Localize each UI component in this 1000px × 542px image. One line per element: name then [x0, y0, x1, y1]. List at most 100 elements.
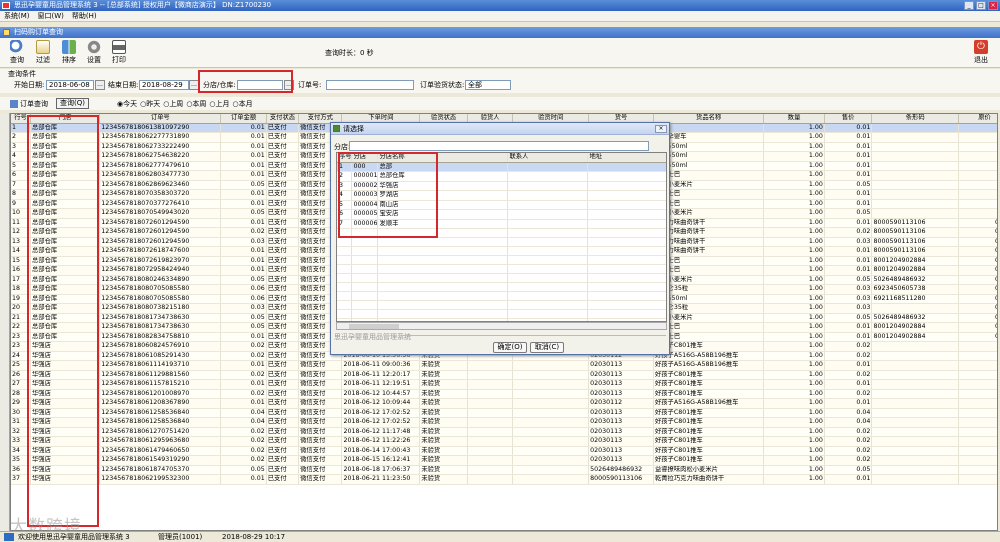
- start-date-picker-button[interactable]: …: [95, 80, 105, 90]
- period-last-week[interactable]: ○上周: [163, 99, 183, 109]
- start-date-input[interactable]: 2018-06-08: [46, 80, 94, 90]
- column-header[interactable]: 订单金额: [220, 114, 267, 124]
- table-cell: 已支付: [266, 294, 300, 304]
- branch-cell: [377, 273, 508, 283]
- table-cell: [871, 123, 959, 133]
- table-cell: [871, 132, 959, 143]
- table-cell: 1234567818072619823970: [99, 256, 222, 266]
- table-cell: 0.06: [220, 294, 267, 304]
- table-cell: 02030113: [588, 389, 654, 399]
- branch-column-header[interactable]: 地址: [587, 153, 666, 163]
- table-row[interactable]: 37 华强店 1234567818062199532300 0.01 已支付 微信支付 20…: [11, 474, 997, 485]
- table-cell: [871, 161, 959, 171]
- order-query-tab[interactable]: 订单查询: [20, 99, 48, 109]
- minimize-button[interactable]: _: [964, 1, 974, 10]
- table-cell: 0.02: [958, 227, 997, 238]
- table-cell: [512, 427, 590, 437]
- period-this-week[interactable]: ○本周: [186, 99, 206, 109]
- column-header[interactable]: 条形码: [871, 114, 959, 124]
- table-cell: 0.05: [958, 313, 997, 323]
- table-cell: 已支付: [266, 180, 300, 190]
- table-cell: 1234567818062199532300: [99, 474, 222, 485]
- table-cell: 已支付: [266, 170, 300, 181]
- menu-window[interactable]: 窗口(W): [38, 11, 64, 22]
- table-cell: 已支付: [266, 351, 300, 361]
- filter-tool-button[interactable]: 过滤: [32, 40, 54, 65]
- toolbar: 查询 过滤 排序 设置 打印: [0, 38, 1000, 68]
- table-row[interactable]: 26 华强店 1234567818061129881560 0.02 已支付 微信支付 20…: [11, 370, 997, 380]
- close-button[interactable]: ×: [988, 1, 998, 10]
- dialog-ok-button[interactable]: 确定(O): [493, 342, 527, 353]
- dialog-close-button[interactable]: ×: [655, 125, 667, 133]
- table-cell: 0.01: [220, 474, 267, 485]
- dialog-divider: [401, 335, 666, 336]
- period-last-month[interactable]: ○上月: [209, 99, 229, 109]
- table-row[interactable]: 28 华强店 1234567818061201008970 0.02 已支付 微信支付 20…: [11, 389, 997, 399]
- table-cell: 02030113: [588, 427, 654, 437]
- table-row[interactable]: 34 华强店 1234567818061479460650 0.02 已支付 微信支付 20…: [11, 446, 997, 456]
- sort-tool-button[interactable]: 排序: [58, 40, 80, 65]
- column-header[interactable]: 订单号: [99, 114, 222, 124]
- query-bar: 订单查询 查询(Q) ◉今天 ○昨天 ○上周 ○本周 ○上月 ○本月: [0, 97, 1000, 110]
- menu-system[interactable]: 系统(M): [4, 11, 30, 22]
- column-header[interactable]: 货品名称: [653, 114, 765, 124]
- table-row[interactable]: 36 华强店 1234567818061874705370 0.05 已支付 微信支付 20…: [11, 465, 997, 475]
- branch-cell: [351, 255, 378, 265]
- exit-button[interactable]: ⏻ 退出: [974, 40, 988, 65]
- table-cell: 0.03: [220, 303, 267, 314]
- table-cell: [512, 398, 590, 409]
- table-row[interactable]: 30 华强店 1234567818061258536840 0.04 已支付 微信支付 20…: [11, 408, 997, 418]
- table-cell: 1.00: [763, 303, 825, 314]
- branch-cell: [507, 228, 588, 238]
- settings-tool-button[interactable]: 设置: [83, 40, 105, 65]
- column-header[interactable]: 数量: [763, 114, 825, 124]
- verify-status-select[interactable]: 全部: [465, 80, 511, 90]
- column-header[interactable]: 原价: [958, 114, 997, 124]
- order-no-input[interactable]: [326, 80, 414, 90]
- branch-cell: [377, 255, 508, 265]
- dialog-cancel-button[interactable]: 取消(C): [530, 342, 564, 353]
- branch-column-header[interactable]: 联系人: [507, 153, 588, 163]
- period-yesterday[interactable]: ○昨天: [140, 99, 160, 109]
- table-cell: 未验货: [419, 465, 468, 475]
- table-row[interactable]: 35 华强店 1234567818061549319290 0.02 已支付 微信支付 20…: [11, 455, 997, 466]
- table-row[interactable]: 29 华强店 1234567818061208367890 0.01 已支付 微信支付 20…: [11, 398, 997, 409]
- table-cell: 0.01: [220, 360, 267, 371]
- table-cell: 已支付: [266, 132, 300, 143]
- column-header[interactable]: 支付状态: [266, 114, 300, 124]
- table-cell: 0.02: [220, 427, 267, 437]
- table-cell: 已支付: [266, 398, 300, 409]
- period-today[interactable]: ◉今天: [117, 99, 137, 109]
- scroll-thumb[interactable]: [349, 324, 399, 329]
- maximize-button[interactable]: □: [976, 1, 986, 10]
- table-row[interactable]: 31 华强店 1234567818061258536840 0.04 已支付 微信支付 20…: [11, 417, 997, 428]
- print-tool-button[interactable]: 打印: [108, 40, 130, 65]
- branch-cell: [337, 300, 352, 310]
- exit-label: 退出: [974, 56, 988, 64]
- table-cell: 0.03: [958, 303, 997, 314]
- table-cell: 5026489486932: [871, 313, 959, 323]
- table-cell: 0.02: [824, 455, 873, 466]
- table-row[interactable]: 27 华强店 1234567818061157815210 0.01 已支付 微信支付 20…: [11, 379, 997, 390]
- table-cell: 0.01: [824, 151, 873, 162]
- table-cell: 1.00: [763, 294, 825, 304]
- menu-help[interactable]: 帮助(H): [72, 11, 97, 22]
- table-cell: 2018-06-14 17:00:43: [341, 446, 421, 456]
- table-cell: 好孩子A516G-A58B196推车: [653, 360, 765, 371]
- dialog-filter-input[interactable]: [349, 141, 649, 151]
- branch-grid-hscrollbar[interactable]: [336, 322, 667, 330]
- branch-cell: [507, 300, 588, 310]
- end-date-input[interactable]: 2018-08-29: [139, 80, 189, 90]
- query-button[interactable]: 查询(Q): [56, 98, 89, 109]
- period-this-month[interactable]: ○本月: [233, 99, 253, 109]
- table-cell: 1234567818061549319290: [99, 455, 222, 466]
- table-row[interactable]: 32 华强店 1234567818061270751420 0.02 已支付 微信支付 20…: [11, 427, 997, 437]
- table-row[interactable]: 25 华强店 1234567818061114193710 0.01 已支付 微信支付 20…: [11, 360, 997, 371]
- table-cell: 微信支付: [298, 465, 343, 475]
- table-cell: [871, 417, 959, 428]
- table-row[interactable]: 33 华强店 1234567818061295963680 0.02 已支付 微信支付 20…: [11, 436, 997, 447]
- table-cell: 02030113: [588, 436, 654, 447]
- table-cell: 8000590113106: [871, 218, 959, 228]
- query-tool-button[interactable]: 查询: [6, 40, 28, 65]
- column-header[interactable]: 售价: [824, 114, 873, 124]
